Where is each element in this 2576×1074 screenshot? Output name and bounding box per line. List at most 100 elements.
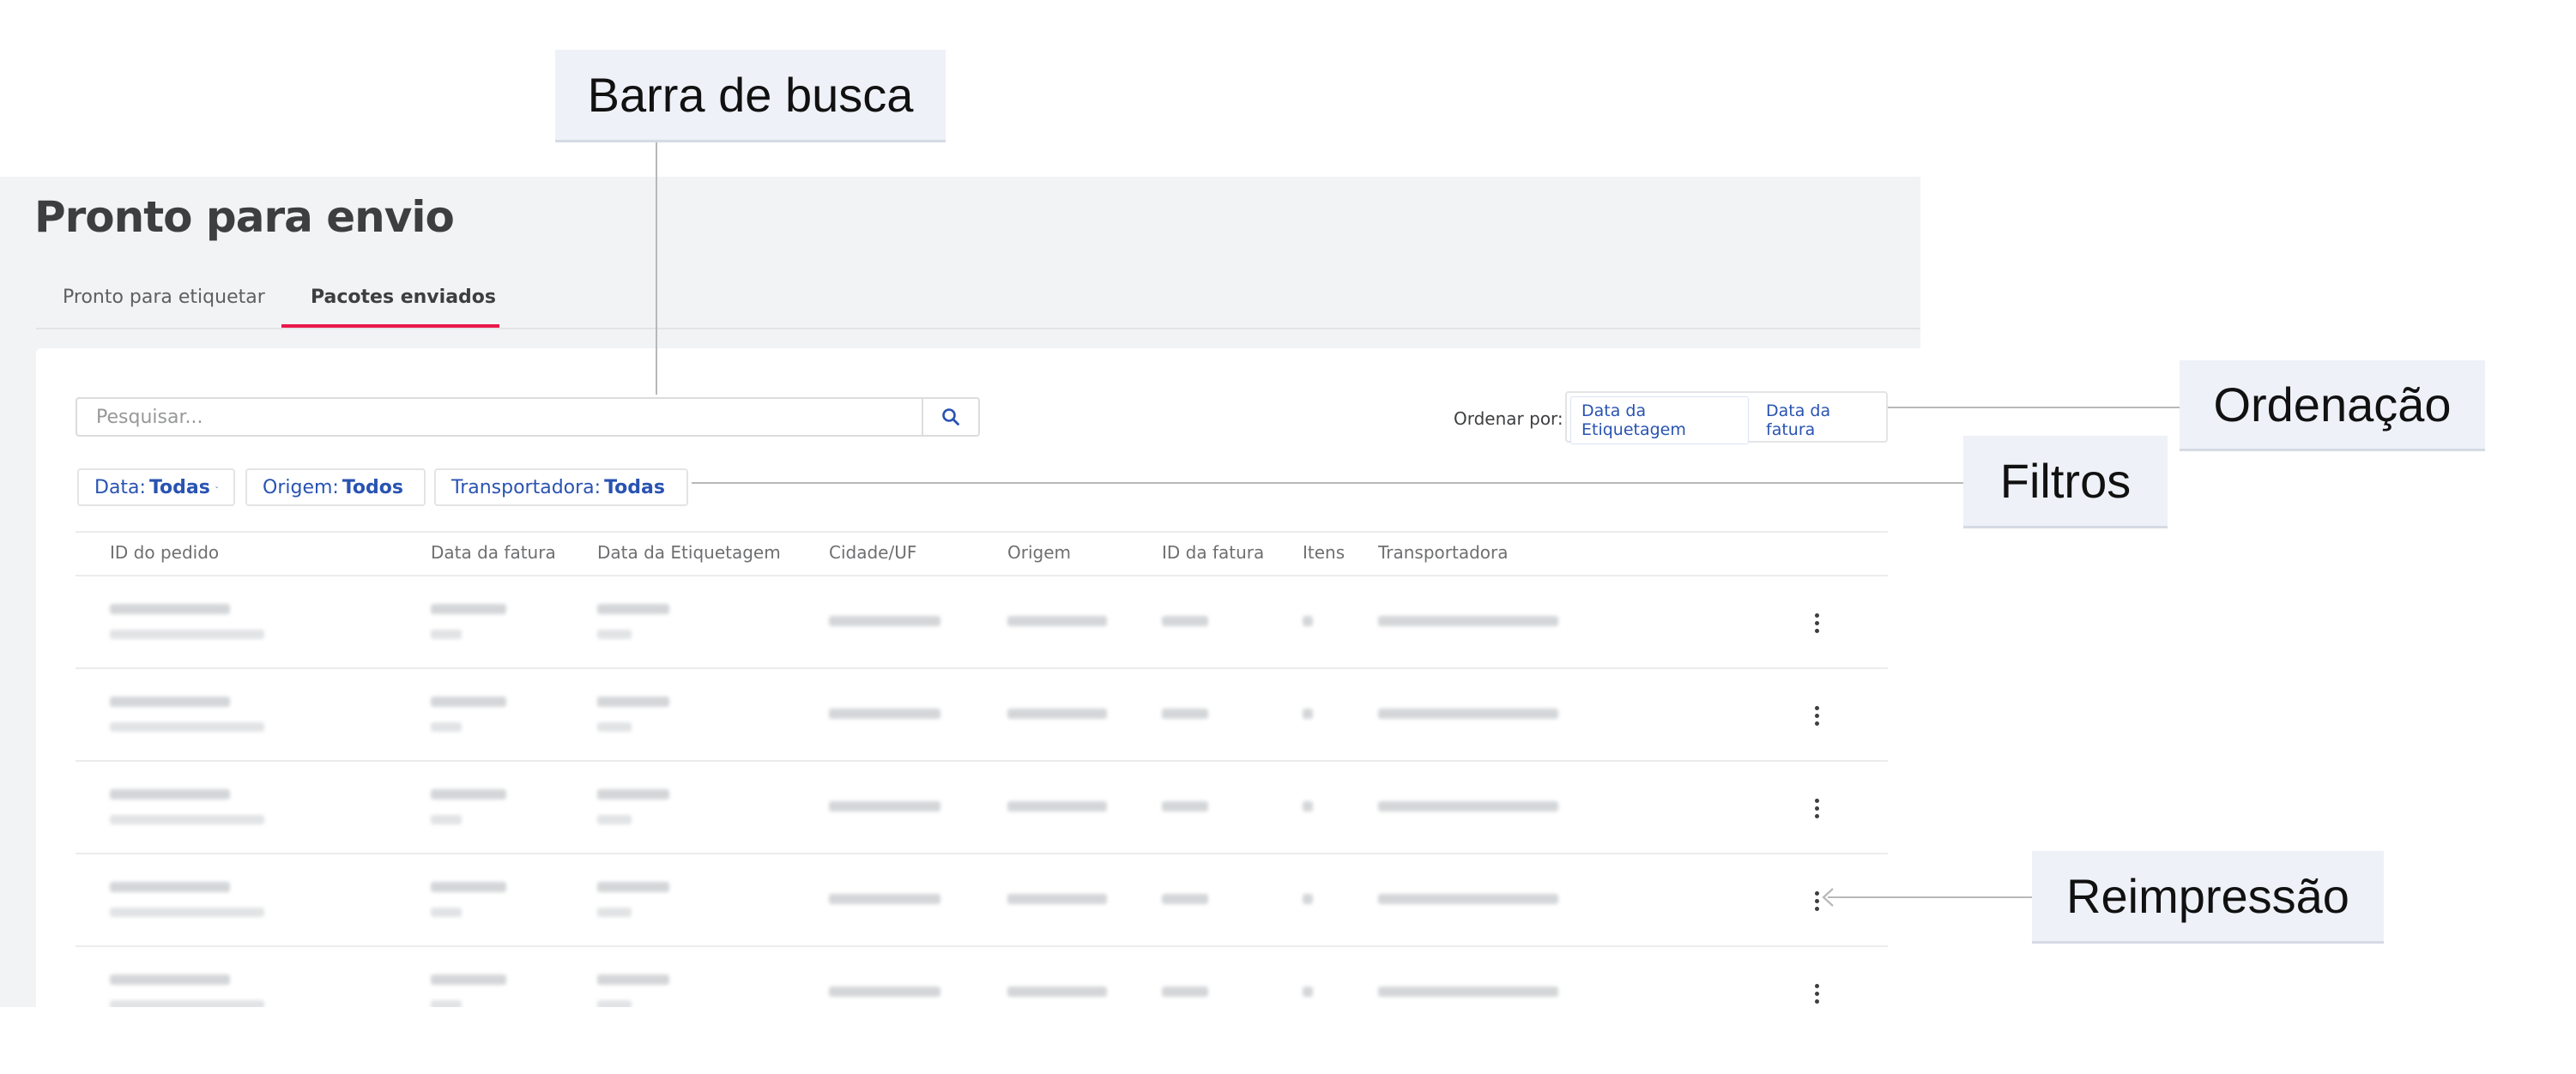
redacted-cell — [597, 882, 669, 892]
screenshot-stage: Pronto para envio Pronto para etiquetar … — [0, 0, 2576, 1074]
redacted-cell-secondary — [597, 908, 632, 917]
redacted-cell — [1162, 616, 1208, 626]
page-title: Pronto para envio — [34, 192, 455, 242]
redacted-cell — [1378, 987, 1558, 997]
filter-carrier-label: Transportadora: — [451, 476, 602, 498]
redacted-cell — [597, 604, 669, 614]
redacted-cell — [1007, 801, 1107, 812]
sort-by-label-date-button[interactable]: Data da Etiquetagem — [1570, 396, 1749, 444]
chevron-down-icon — [215, 486, 218, 488]
tab-pacotes-enviados[interactable]: Pacotes enviados — [311, 287, 496, 308]
callout-search-bar-line — [656, 142, 657, 395]
sort-by-invoice-date-button[interactable]: Data da fatura — [1756, 396, 1878, 444]
row-actions-kebab-icon[interactable] — [1804, 976, 1829, 1007]
callout-search-bar: Barra de busca — [555, 50, 946, 142]
column-header-order-id: ID do pedido — [110, 542, 220, 563]
table-row[interactable] — [36, 947, 1848, 1007]
column-header-invoice-date: Data da fatura — [431, 542, 556, 563]
column-header-city-state: Cidade/UF — [829, 542, 917, 563]
redacted-cell-secondary — [110, 722, 264, 732]
redacted-cell — [597, 974, 669, 985]
callout-filters-line — [692, 482, 1963, 484]
search-bar — [76, 397, 980, 437]
redacted-cell — [1162, 709, 1208, 719]
redacted-cell — [1007, 616, 1107, 626]
redacted-cell-secondary — [597, 815, 632, 824]
filter-origin-label: Origem: — [263, 476, 339, 498]
redacted-cell — [829, 894, 940, 904]
redacted-cell — [431, 604, 506, 614]
redacted-cell — [1378, 894, 1558, 904]
filter-date-dropdown[interactable]: Data: Todas — [77, 468, 235, 506]
table-row[interactable] — [36, 854, 1848, 947]
redacted-cell — [110, 604, 230, 614]
redacted-cell — [1303, 987, 1313, 997]
sort-label: Ordenar por: — [1454, 408, 1563, 429]
redacted-cell — [1378, 616, 1558, 626]
table-top-divider — [76, 531, 1888, 533]
redacted-cell — [597, 789, 669, 799]
sort-options: Data da Etiquetagem Data da fatura — [1565, 391, 1888, 444]
callout-filters: Filtros — [1963, 436, 2168, 528]
filter-carrier-dropdown[interactable]: Transportadora: Todas — [434, 468, 688, 506]
callout-sorting: Ordenação — [2180, 360, 2485, 451]
column-header-invoice-id: ID da fatura — [1162, 542, 1265, 563]
redacted-cell-secondary — [431, 630, 462, 639]
redacted-cell-secondary — [597, 1000, 632, 1007]
column-header-carrier: Transportadora — [1378, 542, 1509, 563]
redacted-cell-secondary — [110, 1000, 264, 1007]
redacted-cell — [431, 882, 506, 892]
table-row[interactable] — [36, 669, 1848, 762]
redacted-cell — [1007, 894, 1107, 904]
redacted-cell — [1303, 894, 1313, 904]
orders-card: Ordenar por: Data da Etiquetagem Data da… — [36, 348, 1920, 1007]
callout-reprint-line — [1828, 896, 2032, 898]
redacted-cell-secondary — [431, 908, 462, 917]
redacted-cell-secondary — [431, 1000, 462, 1007]
row-actions-kebab-icon[interactable] — [1804, 606, 1829, 640]
table-row[interactable] — [36, 762, 1848, 854]
column-header-label-date: Data da Etiquetagem — [597, 542, 781, 563]
redacted-cell-secondary — [110, 908, 264, 917]
filter-date-value: Todas — [148, 476, 210, 498]
redacted-cell — [1303, 801, 1313, 812]
redacted-cell — [1007, 987, 1107, 997]
redacted-cell — [431, 789, 506, 799]
redacted-cell-secondary — [110, 815, 264, 824]
table-row[interactable] — [36, 576, 1848, 669]
filter-origin-value: Todos — [342, 476, 403, 498]
redacted-cell-secondary — [431, 722, 462, 732]
column-header-origin: Origem — [1007, 542, 1072, 563]
redacted-cell — [431, 974, 506, 985]
redacted-cell-secondary — [597, 722, 632, 732]
redacted-cell — [1162, 894, 1208, 904]
filter-origin-dropdown[interactable]: Origem: Todos — [245, 468, 426, 506]
redacted-cell — [829, 987, 940, 997]
redacted-cell-secondary — [110, 630, 264, 639]
redacted-cell — [1162, 987, 1208, 997]
redacted-cell — [829, 801, 940, 812]
redacted-cell — [597, 697, 669, 707]
redacted-cell — [1162, 801, 1208, 812]
search-button[interactable] — [922, 399, 978, 435]
callout-sorting-line — [1888, 407, 2180, 408]
search-icon — [942, 408, 959, 425]
redacted-cell — [829, 616, 940, 626]
redacted-cell — [1303, 709, 1313, 719]
app-panel: Pronto para envio Pronto para etiquetar … — [0, 177, 1920, 1007]
arrow-left-icon — [1822, 888, 1834, 907]
filter-carrier-value: Todas — [604, 476, 665, 498]
redacted-cell — [1378, 801, 1558, 812]
search-input[interactable] — [77, 399, 927, 435]
redacted-cell — [431, 697, 506, 707]
redacted-cell — [829, 709, 940, 719]
row-actions-kebab-icon[interactable] — [1804, 791, 1829, 825]
tab-pronto-para-etiquetar[interactable]: Pronto para etiquetar — [63, 287, 265, 308]
tabs-divider — [36, 328, 1920, 329]
redacted-cell — [1303, 616, 1313, 626]
chevron-down-icon — [670, 486, 671, 488]
row-actions-kebab-icon[interactable] — [1804, 698, 1829, 733]
callout-reprint: Reimpressão — [2032, 851, 2384, 944]
redacted-cell-secondary — [431, 815, 462, 824]
redacted-cell — [110, 974, 230, 985]
